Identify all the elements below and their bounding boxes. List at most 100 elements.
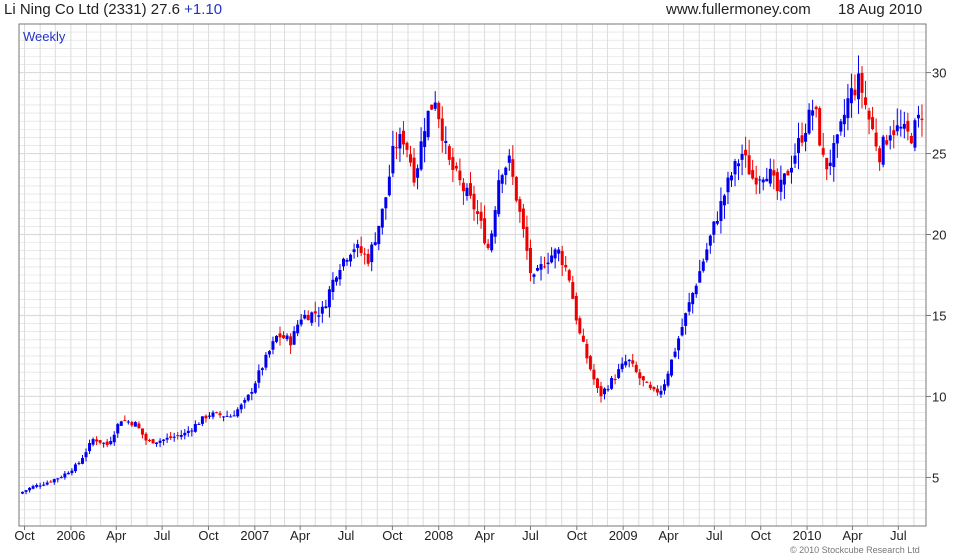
bar-body <box>405 142 409 150</box>
bar-body <box>176 435 180 437</box>
bar-body <box>236 409 240 417</box>
bar-body <box>511 159 515 177</box>
x-tick-label: Apr <box>106 528 127 543</box>
bar-body <box>895 125 899 132</box>
bar-body <box>285 335 289 340</box>
bar-body <box>24 490 28 492</box>
bar-body <box>719 201 723 221</box>
bar-body <box>56 478 60 480</box>
bar-body <box>645 381 649 383</box>
bar-body <box>641 376 645 381</box>
bar-body <box>169 436 173 438</box>
bar-body <box>726 177 730 193</box>
bar-body <box>800 135 804 143</box>
bar-body <box>186 430 190 434</box>
bar-body <box>913 120 917 148</box>
bar-body <box>592 369 596 380</box>
x-tick-label: Jul <box>890 528 907 543</box>
y-axis: 5 10 15 20 25 30 <box>926 66 946 485</box>
bar-body <box>920 118 924 120</box>
bar-body <box>546 262 550 265</box>
bar-body <box>267 351 271 355</box>
price-chart: 51015202530 Oct 2006 Apr Jul Oct 2007 Apr Jul Oc… <box>14 23 946 543</box>
bar-body <box>507 155 511 163</box>
bar-body <box>617 369 621 378</box>
bar-body <box>151 439 155 444</box>
bar-body <box>673 351 677 357</box>
bar-body <box>384 197 388 209</box>
bar-body <box>490 233 494 251</box>
bar-body <box>768 168 772 184</box>
bar-body <box>500 175 504 184</box>
bar-body <box>525 226 529 251</box>
bar-body <box>902 123 906 129</box>
bar-body <box>892 130 896 136</box>
bar-body <box>148 439 152 441</box>
bar-body <box>670 359 674 376</box>
bar-body <box>401 130 405 145</box>
bar-body <box>581 335 585 342</box>
bar-body <box>211 412 215 417</box>
bar-body <box>243 400 247 403</box>
x-tick-label: 2009 <box>609 528 638 543</box>
y-tick-label: 10 <box>932 389 946 404</box>
bar-body <box>751 170 755 179</box>
bar-body <box>356 244 360 248</box>
bar-body <box>179 435 183 437</box>
bar-body <box>758 179 762 181</box>
bar-body <box>835 134 839 144</box>
bar-body <box>454 165 458 169</box>
bar-body <box>133 422 137 427</box>
bar-body <box>564 264 568 268</box>
bar-body <box>818 108 822 146</box>
bar-body <box>906 120 910 132</box>
bar-body <box>789 167 793 173</box>
bar-body <box>479 211 483 221</box>
bar-body <box>543 266 547 268</box>
bar-body <box>652 386 656 390</box>
bar-body <box>204 415 208 419</box>
bar-body <box>88 443 92 452</box>
x-tick-label: Oct <box>567 528 588 543</box>
bar-body <box>423 131 427 148</box>
bar-body <box>518 199 522 212</box>
bar-body <box>345 259 349 262</box>
bar-body <box>28 487 32 491</box>
bar-body <box>528 247 532 274</box>
bar-body <box>744 149 748 156</box>
bar-body <box>677 338 681 351</box>
bar-body <box>860 73 864 93</box>
bar-body <box>613 379 617 381</box>
bar-body <box>70 470 74 474</box>
bar-body <box>278 333 282 338</box>
x-tick-label: Jul <box>154 528 171 543</box>
bar-body <box>483 218 487 244</box>
x-axis: Oct 2006 Apr Jul Oct 2007 Apr Jul Oct 2008 Apr Jul O… <box>14 526 907 543</box>
bar-body <box>655 388 659 393</box>
bar-body <box>468 183 472 196</box>
bar-body <box>352 249 356 253</box>
bar-body <box>137 423 141 429</box>
bar-body <box>359 246 363 254</box>
bar-body <box>77 463 81 465</box>
bar-body <box>832 143 836 168</box>
bar-body <box>119 421 123 426</box>
bar-body <box>342 258 346 267</box>
bar-body <box>793 155 797 164</box>
bar-body <box>229 416 233 418</box>
bar-body <box>729 175 733 181</box>
bar-body <box>437 102 441 120</box>
bar-body <box>782 173 786 185</box>
x-tick-label: 2010 <box>793 528 822 543</box>
bar-body <box>73 464 77 472</box>
bar-body <box>825 157 829 170</box>
bar-body <box>807 109 811 134</box>
bar-body <box>257 370 261 383</box>
bar-body <box>218 413 222 416</box>
bar-body <box>172 436 176 438</box>
bar-body <box>701 261 705 271</box>
bar-body <box>426 110 430 138</box>
bar-body <box>909 135 913 144</box>
bar-body <box>521 208 525 229</box>
bar-body <box>659 390 663 395</box>
